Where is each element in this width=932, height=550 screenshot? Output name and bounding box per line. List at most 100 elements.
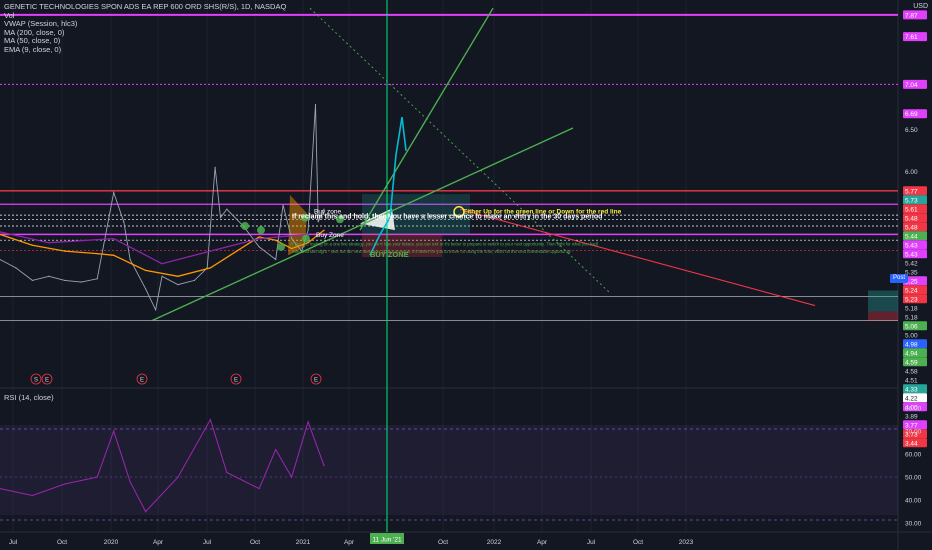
data-point [214, 166, 216, 168]
x-tick-label: Jul [9, 539, 18, 546]
data-point [113, 254, 115, 256]
data-point [193, 279, 196, 282]
x-tick-label: Jul [587, 539, 596, 546]
price-tick-label: 5.00 [905, 332, 918, 339]
data-point [144, 288, 147, 290]
price-tick-label: 5.43 [905, 251, 918, 258]
data-point [31, 279, 34, 282]
data-point [258, 237, 260, 240]
data-point [96, 278, 98, 280]
rsi-point [177, 476, 179, 478]
data-point [113, 191, 115, 194]
data-point [48, 242, 50, 244]
price-tick-label: 5.48 [905, 224, 918, 231]
data-point [317, 221, 319, 223]
x-tick-label: Apr [537, 539, 548, 546]
price-tick-label: 5.44 [905, 233, 918, 240]
rsi-point [307, 421, 309, 423]
data-point [161, 275, 163, 277]
data-point [155, 309, 157, 311]
price-tick-label: 5.61 [905, 206, 918, 213]
rsi-point [129, 481, 131, 483]
note-b: After that last night - sent me the next… [292, 249, 572, 254]
data-point [15, 267, 17, 269]
rsi-tick-label: 40.00 [905, 498, 922, 505]
data-point [144, 269, 147, 271]
data-point [123, 221, 125, 223]
right-target-zone [868, 290, 898, 312]
event-marker-letter: E [140, 378, 144, 384]
currency-label[interactable]: USD [913, 3, 928, 10]
price-tick-label: 5.18 [905, 305, 918, 312]
rsi-point [275, 448, 277, 451]
price-tick-label: 7.61 [905, 34, 918, 41]
data-point [64, 250, 66, 252]
signal-dot-0 [241, 221, 249, 230]
rsi-point [226, 471, 228, 474]
data-point [258, 236, 260, 238]
x-tick-label: 2020 [104, 539, 119, 546]
price-tick-label: 5.48 [905, 215, 918, 222]
x-tick-label: Oct [57, 539, 67, 546]
x-tick-label: Oct [438, 539, 448, 546]
event-marker-letter: E [314, 378, 318, 384]
indicator-ema9[interactable]: EMA (9, close, 0) [4, 45, 286, 55]
rsi-point [209, 419, 211, 421]
x-tick-label: 2021 [296, 539, 311, 546]
data-point [113, 237, 115, 240]
price-tick-label: 4.33 [905, 386, 918, 393]
rsi-legend[interactable]: RSI (14, close) [4, 393, 54, 402]
price-tick-label: 4.98 [905, 341, 918, 348]
x-tick-label: Apr [344, 539, 355, 546]
rsi-band [0, 425, 898, 515]
price-tick-label: 5.23 [905, 296, 918, 303]
rsi-point [323, 465, 325, 467]
data-point [48, 275, 50, 277]
price-tick-label: 6.00 [905, 169, 918, 176]
x-tick-label: 2023 [679, 539, 694, 546]
data-point [129, 258, 131, 261]
rsi-tick-label: 70.00 [905, 429, 922, 436]
rsi-tick-label: 30.00 [905, 521, 922, 528]
x-tick-label: Jul [203, 539, 212, 546]
price-tick-label: 5.18 [905, 314, 918, 321]
price-tick-label: 4.59 [905, 359, 918, 366]
right-stop-zone [868, 311, 898, 321]
price-tick-label: 4.94 [905, 350, 918, 357]
data-point [177, 275, 179, 277]
rsi-point [258, 488, 260, 490]
x-tick-label: Apr [153, 539, 164, 546]
data-point [242, 246, 244, 248]
note-a: (if you are trading on a one line strate… [290, 241, 599, 246]
data-point [291, 237, 293, 240]
signal-dot-1 [257, 226, 265, 235]
rsi-point [31, 494, 34, 497]
rsi-tick-label: 60.00 [905, 452, 922, 459]
data-point [96, 253, 98, 255]
chart-legend: GENETIC TECHNOLOGIES SPON ADS EA REP 600… [4, 2, 286, 55]
data-point [226, 208, 228, 210]
data-point [323, 229, 325, 231]
direction-note: Either Up for the green line or Down for… [463, 208, 622, 215]
data-point [314, 103, 317, 106]
data-point [177, 284, 179, 286]
buy-zone-label-2: Buy Zone [316, 232, 344, 239]
data-point [64, 279, 66, 282]
rsi-point [64, 483, 66, 485]
event-marker-letter: E [45, 378, 49, 384]
data-point [258, 246, 260, 248]
chart-svg: Buy zoneBuy ZoneBUY ZONEIf reclaim this … [0, 0, 932, 550]
price-tick-label: 5.73 [905, 197, 918, 204]
x-tick-label: Oct [633, 539, 643, 546]
price-tick-label: 5.43 [905, 242, 918, 249]
data-point [307, 233, 309, 235]
price-tick-label: 4.58 [905, 368, 918, 375]
rsi-tick-label: 80.00 [905, 406, 922, 413]
x-tick-label: 2022 [487, 539, 502, 546]
price-tick-label: 5.24 [905, 287, 918, 294]
rsi-point [113, 430, 115, 432]
x-tick-label: Oct [250, 539, 260, 546]
data-point [209, 267, 211, 269]
data-point [275, 239, 277, 241]
price-tick-label: 4.51 [905, 377, 918, 384]
